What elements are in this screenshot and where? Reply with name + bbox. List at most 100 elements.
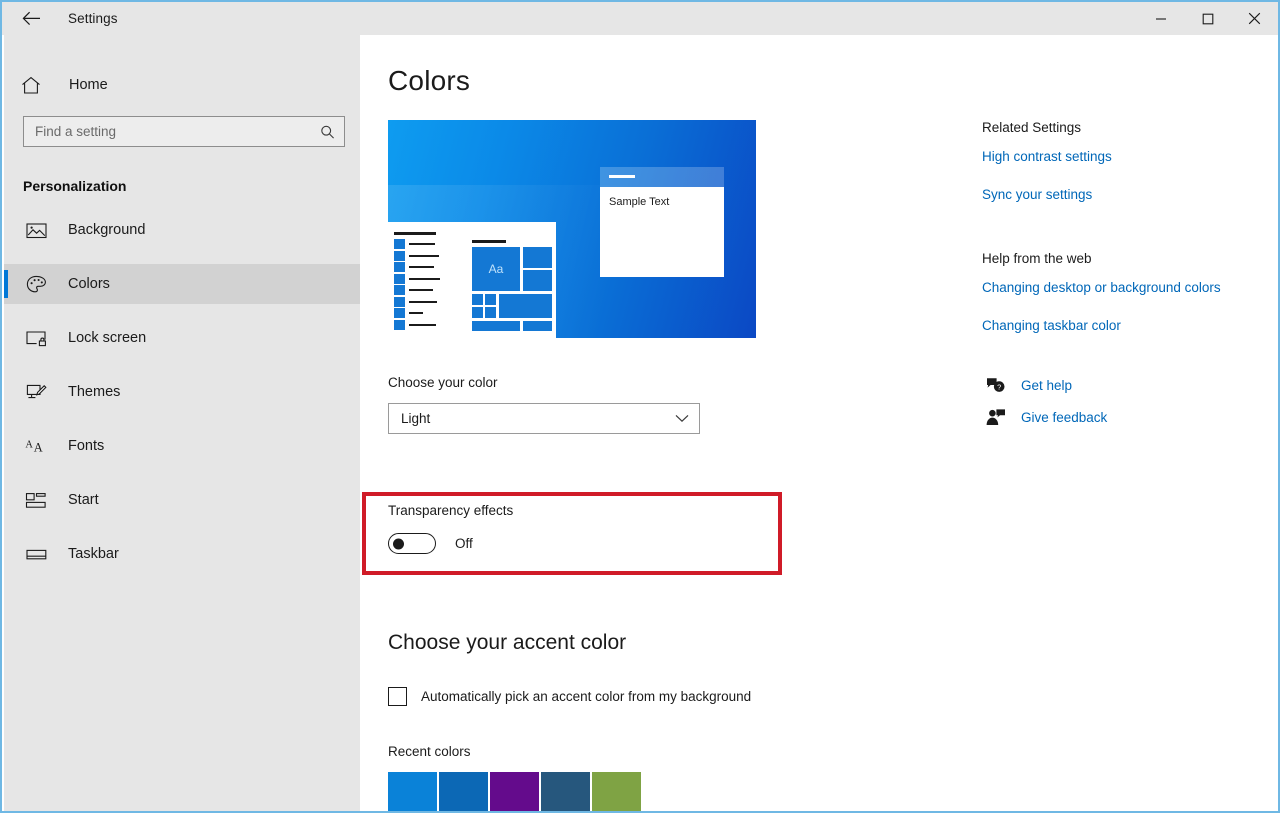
preview-tile-group: Aa <box>472 240 552 331</box>
preview-tile <box>485 294 496 305</box>
title-bar-left: Settings <box>2 2 118 35</box>
window-controls <box>1137 2 1278 35</box>
preview-tile <box>472 321 520 331</box>
sidebar-item-start[interactable]: Start <box>4 480 360 520</box>
preview-app-bar <box>409 289 433 291</box>
preview-app-list <box>394 232 446 331</box>
sidebar-item-label: Themes <box>68 384 121 400</box>
preview-app-bar <box>409 243 435 245</box>
sidebar-item-home[interactable]: Home <box>4 65 360 105</box>
get-help-label: Get help <box>1021 377 1073 393</box>
preview-tile <box>523 321 552 331</box>
choose-color-value: Light <box>401 411 431 426</box>
close-button[interactable] <box>1231 2 1278 35</box>
color-swatch[interactable] <box>388 772 437 811</box>
color-swatch[interactable] <box>592 772 641 811</box>
preview-tile-grid: Aa <box>472 247 552 331</box>
sidebar-category: Personalization <box>23 178 127 194</box>
chevron-down-icon <box>675 414 689 423</box>
home-icon <box>21 76 51 95</box>
list-item <box>394 239 446 249</box>
start-icon <box>25 492 46 508</box>
sidebar-item-label: Taskbar <box>68 546 119 562</box>
transparency-label: Transparency effects <box>388 503 514 518</box>
preview-app-square <box>394 250 405 261</box>
lock-screen-icon <box>23 330 49 347</box>
link-changing-desktop-colors[interactable]: Changing desktop or background colors <box>982 279 1222 297</box>
preview-sample-text: Sample Text <box>609 196 670 208</box>
preview-start-panel: Aa <box>388 222 556 338</box>
preview-tile <box>472 294 483 305</box>
sidebar: Home Personalization <box>4 35 360 811</box>
sidebar-item-label: Lock screen <box>68 330 147 346</box>
sidebar-item-themes[interactable]: Themes <box>4 372 360 412</box>
preview-tile <box>523 247 552 268</box>
sidebar-item-label: Fonts <box>68 438 105 454</box>
list-item <box>394 285 446 295</box>
auto-accent-checkbox-row[interactable]: Automatically pick an accent color from … <box>388 687 751 706</box>
sidebar-item-taskbar[interactable]: Taskbar <box>4 534 360 574</box>
picture-icon <box>23 222 49 239</box>
close-icon <box>1248 12 1261 25</box>
search-icon <box>320 124 335 139</box>
preview-tile <box>485 307 496 318</box>
preview-tile <box>499 294 552 318</box>
choose-color-dropdown[interactable]: Light <box>388 403 700 434</box>
preview-app-square <box>394 296 405 307</box>
auto-accent-checkbox[interactable] <box>388 687 407 706</box>
transparency-state: Off <box>455 536 473 551</box>
sidebar-item-lock-screen[interactable]: Lock screen <box>4 318 360 358</box>
sidebar-item-colors[interactable]: Colors <box>4 264 360 304</box>
minimize-icon <box>1155 13 1167 25</box>
preview-app-bar <box>409 266 434 268</box>
preview-app-square <box>394 262 405 272</box>
link-high-contrast-settings[interactable]: High contrast settings <box>982 148 1262 166</box>
color-swatch[interactable] <box>439 772 488 811</box>
maximize-icon <box>1202 13 1214 25</box>
palette-icon <box>23 275 49 294</box>
transparency-toggle[interactable] <box>388 533 436 554</box>
get-help-row[interactable]: ? Get help <box>982 376 1262 395</box>
page-title: Colors <box>388 65 471 96</box>
give-feedback-row[interactable]: Give feedback <box>982 408 1262 427</box>
preview-tile-group-header <box>472 240 506 243</box>
preview-tile <box>472 307 483 318</box>
search-input[interactable] <box>24 117 344 146</box>
related-settings-panel: Related Settings High contrast settings … <box>982 120 1262 440</box>
list-item <box>394 262 446 272</box>
color-swatch[interactable] <box>490 772 539 811</box>
give-feedback-icon <box>982 408 1008 427</box>
title-bar: Settings <box>2 2 1278 35</box>
main-content: Colors Aa Sample Text Choose your color … <box>360 35 1278 811</box>
accent-color-heading: Choose your accent color <box>388 631 627 654</box>
preview-app-bar <box>409 323 436 326</box>
preview-app-square <box>394 319 405 330</box>
search-box[interactable] <box>23 116 345 147</box>
preview-app-list-header <box>394 232 436 235</box>
preview-app-square <box>394 285 405 295</box>
link-changing-taskbar-color[interactable]: Changing taskbar color <box>982 317 1262 335</box>
preview-app-bar <box>409 254 439 257</box>
preview-app-square <box>394 239 405 249</box>
toggle-knob <box>393 538 404 549</box>
back-button[interactable] <box>16 5 46 33</box>
sidebar-item-background[interactable]: Background <box>4 210 360 250</box>
color-swatch[interactable] <box>541 772 590 811</box>
svg-text:A: A <box>25 439 33 450</box>
maximize-button[interactable] <box>1184 2 1231 35</box>
give-feedback-label: Give feedback <box>1021 409 1108 425</box>
link-sync-your-settings[interactable]: Sync your settings <box>982 186 1262 204</box>
back-arrow-icon <box>22 11 41 26</box>
preview-app-bar <box>409 277 440 280</box>
get-help-icon: ? <box>982 376 1008 395</box>
preview-sample-window: Sample Text <box>600 167 724 277</box>
sidebar-item-fonts[interactable]: A A Fonts <box>4 426 360 466</box>
transparency-toggle-row: Off <box>388 533 473 554</box>
themes-icon <box>23 383 49 402</box>
sidebar-item-label: Start <box>68 492 99 508</box>
rail-spacer <box>982 355 1262 376</box>
rail-spacer <box>982 224 1262 251</box>
svg-text:?: ? <box>997 382 1001 391</box>
list-item <box>394 296 446 307</box>
minimize-button[interactable] <box>1137 2 1184 35</box>
